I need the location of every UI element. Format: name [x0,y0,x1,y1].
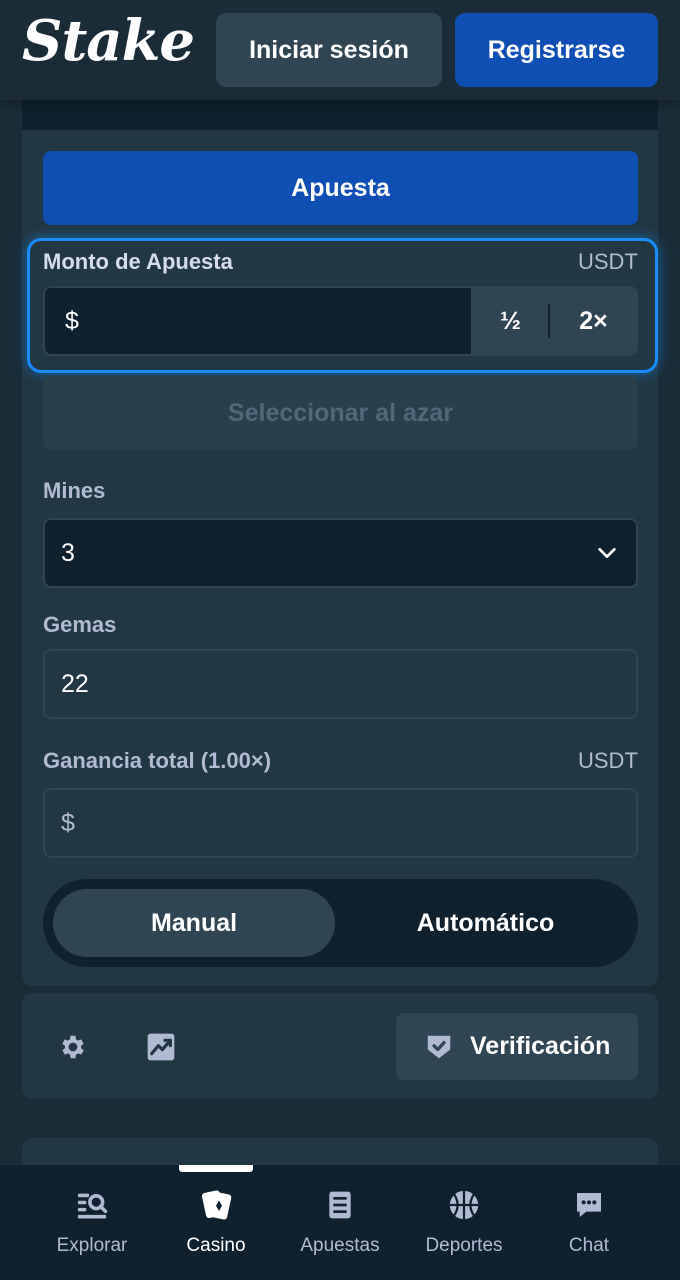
chevron-down-icon [598,547,616,559]
total-profit-prefix: $ [61,808,75,837]
ball-icon [444,1185,484,1225]
nav-label-casino: Casino [186,1235,246,1256]
chart-icon[interactable] [141,1027,181,1067]
bet-amount-control: $ ½ 2× [43,286,638,356]
gear-icon[interactable] [53,1027,93,1067]
bet-amount-label: Monto de Apuesta [43,249,233,274]
cards-icon [196,1185,236,1225]
verification-button[interactable]: Verificación [396,1013,638,1080]
total-profit-field: $ [43,788,638,858]
total-profit-label: Ganancia total (1.00×) [43,748,272,773]
mode-toggle: Manual Automático [43,879,638,967]
bet-amount-prefix: $ [65,306,79,335]
nav-item-bets[interactable]: Apuestas [278,1185,402,1275]
top-header: Stake Iniciar sesión Registrarse [0,0,680,100]
nav-item-sports[interactable]: Deportes [402,1185,526,1275]
bet-amount-currency: USDT [578,249,638,274]
double-bet-button[interactable]: 2× [549,286,638,356]
betslip-icon [320,1185,360,1225]
random-pick-button[interactable]: Seleccionar al azar [43,376,638,450]
shield-check-icon [427,1035,451,1058]
nav-item-casino[interactable]: Casino [154,1185,278,1275]
nav-label-bets: Apuestas [300,1235,380,1256]
register-button[interactable]: Registrarse [455,13,658,87]
gems-field: 22 [43,649,638,719]
chat-icon [569,1185,609,1225]
nav-label-explore: Explorar [56,1235,128,1256]
total-profit-currency: USDT [578,748,638,773]
gems-value: 22 [61,669,89,698]
bottom-nav: Explorar Casino Apuestas Deportes Chat [0,1165,680,1280]
stake-logo[interactable]: Stake [22,8,195,74]
mines-value: 3 [61,538,75,567]
manual-mode-tab[interactable]: Manual [53,889,335,957]
nav-label-sports: Deportes [425,1235,503,1256]
login-button[interactable]: Iniciar sesión [216,13,442,87]
nav-item-chat[interactable]: Chat [527,1185,651,1275]
auto-mode-tab[interactable]: Automático [343,889,628,957]
mines-select[interactable]: 3 [43,518,638,588]
verification-label: Verificación [470,1032,611,1060]
half-bet-button[interactable]: ½ [473,286,548,356]
bet-amount-input[interactable]: $ [45,288,471,354]
game-area-strip [22,100,658,130]
nav-item-explore[interactable]: Explorar [30,1185,154,1275]
bet-button[interactable]: Apuesta [43,151,638,225]
explore-icon [72,1185,112,1225]
nav-label-chat: Chat [568,1235,610,1256]
mines-label: Mines [43,478,106,503]
gems-label: Gemas [43,612,117,637]
active-nav-indicator [179,1165,253,1172]
